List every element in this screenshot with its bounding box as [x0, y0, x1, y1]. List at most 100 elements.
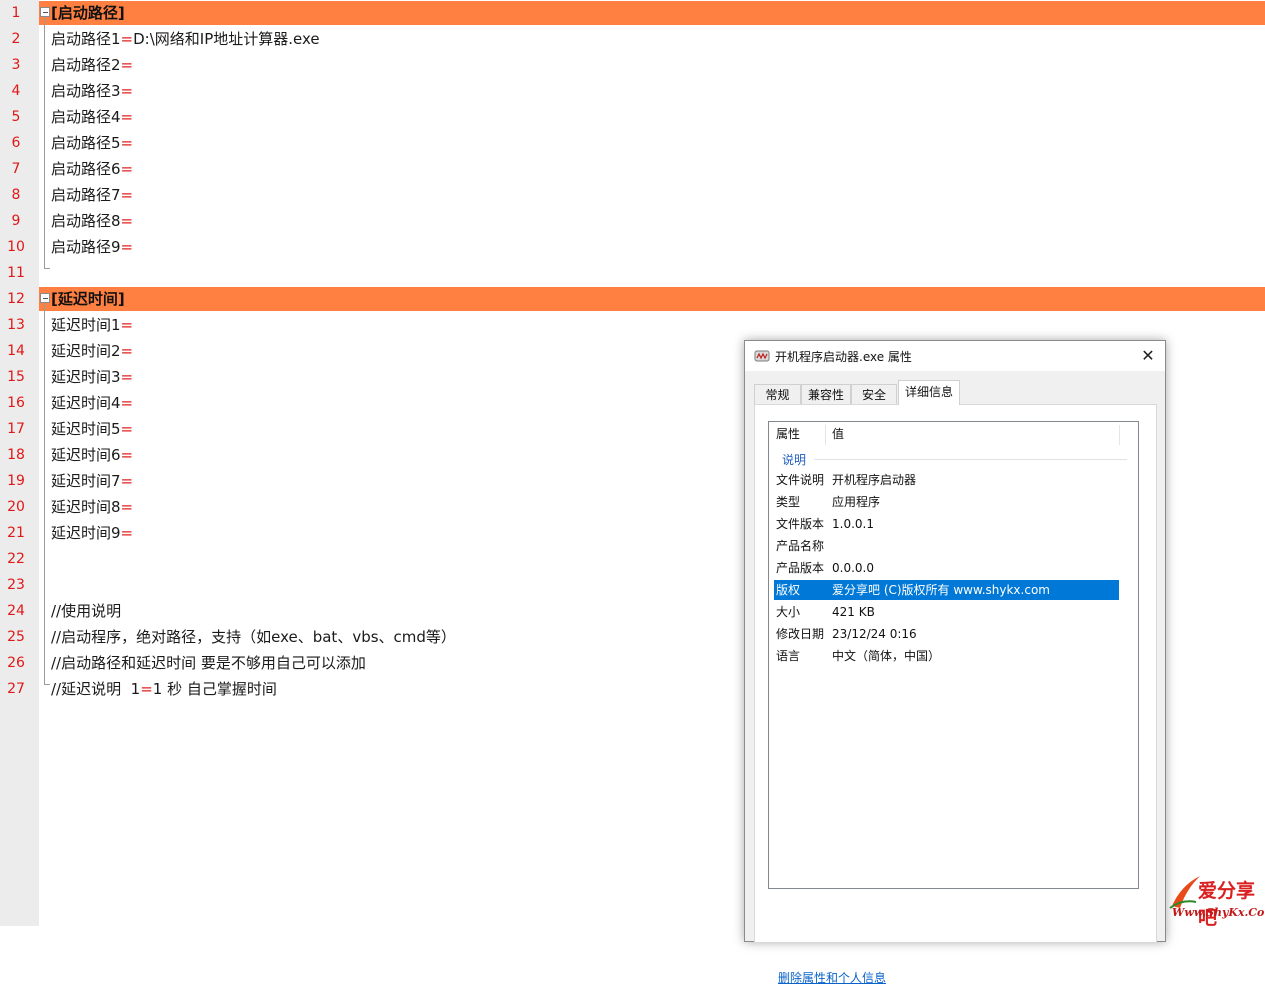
equals-sign: = — [120, 316, 134, 334]
column-divider[interactable] — [1119, 425, 1120, 445]
line-number: 27 — [7, 681, 25, 697]
editor-line[interactable]: 10 启动路径9= — [0, 234, 1265, 260]
property-name: 文件说明 — [776, 473, 825, 487]
tab-details[interactable]: 详细信息 — [898, 380, 960, 405]
line-number: 26 — [7, 655, 25, 671]
section-highlight — [39, 287, 1265, 311]
line-text: 启动路径8= — [51, 208, 133, 234]
property-name: 语言 — [776, 649, 801, 663]
editor-line[interactable]: 2 启动路径1=D:\网络和IP地址计算器.exe — [0, 26, 1265, 52]
fold-end-2 — [44, 684, 50, 685]
line-number: 13 — [7, 317, 25, 333]
fold-end-1 — [44, 268, 50, 269]
equals-sign: = — [120, 108, 134, 126]
watermark-url: Www.ShyKx.Com — [1172, 906, 1265, 919]
line-key: 延迟时间6 — [51, 446, 121, 464]
tab-compatibility[interactable]: 兼容性 — [801, 384, 851, 404]
property-row[interactable]: 产品版本 0.0.0.0 — [774, 558, 1119, 578]
equals-sign: = — [120, 420, 134, 438]
equals-sign: = — [120, 160, 134, 178]
dialog-title: 开机程序启动器.exe 属性 — [775, 350, 912, 364]
line-number: 1 — [11, 5, 21, 21]
fold-guide-1 — [44, 17, 45, 269]
property-row[interactable]: 大小 421 KB — [774, 602, 1119, 622]
property-row[interactable]: 版权 爱分享吧 (C)版权所有 www.shykx.com — [774, 580, 1119, 600]
line-key: 延迟时间1 — [51, 316, 121, 334]
property-row[interactable]: 修改日期 23/12/24 0:16 — [774, 624, 1119, 644]
line-key: 延迟时间7 — [51, 472, 121, 490]
property-row[interactable]: 文件版本 1.0.0.1 — [774, 514, 1119, 534]
property-name: 类型 — [776, 495, 801, 509]
line-number: 16 — [7, 395, 25, 411]
editor-line[interactable]: 8 启动路径7= — [0, 182, 1265, 208]
editor-line[interactable]: 4 启动路径3= — [0, 78, 1265, 104]
editor-line[interactable]: 7 启动路径6= — [0, 156, 1265, 182]
tab-security[interactable]: 安全 — [851, 384, 897, 404]
property-name: 产品名称 — [776, 539, 825, 553]
line-text: //启动路径和延迟时间 要是不够用自己可以添加 — [51, 650, 366, 676]
close-button[interactable]: ✕ — [1131, 341, 1165, 371]
equals-sign: = — [120, 524, 134, 542]
section-header-line[interactable]: 1 [启动路径] — [0, 0, 1265, 26]
line-number: 18 — [7, 447, 25, 463]
line-number: 23 — [7, 577, 25, 593]
section-header-line[interactable]: 12 [延迟时间] — [0, 286, 1265, 312]
line-text: 延迟时间7= — [51, 468, 133, 494]
line-text: 延迟时间9= — [51, 520, 133, 546]
line-text: 启动路径7= — [51, 182, 133, 208]
line-number: 11 — [7, 265, 25, 281]
equals-sign: = — [120, 212, 134, 230]
line-number: 10 — [7, 239, 25, 255]
column-header-property[interactable]: 属性 — [776, 422, 824, 447]
line-number: 2 — [11, 31, 21, 47]
property-row[interactable]: 文件说明 开机程序启动器 — [774, 470, 1119, 490]
line-text: 延迟时间3= — [51, 364, 133, 390]
editor-line[interactable]: 6 启动路径5= — [0, 130, 1265, 156]
line-number: 15 — [7, 369, 25, 385]
editor-line[interactable]: 3 启动路径2= — [0, 52, 1265, 78]
line-key: //启动程序，绝对路径，支持（如exe、bat、vbs、cmd等） — [51, 628, 456, 646]
tab-general[interactable]: 常规 — [754, 384, 801, 404]
column-divider[interactable] — [825, 425, 826, 445]
editor-line[interactable]: 9 启动路径8= — [0, 208, 1265, 234]
dialog-titlebar[interactable]: 开机程序启动器.exe 属性 ✕ — [745, 341, 1165, 371]
property-row[interactable]: 产品名称 — [774, 536, 1119, 556]
line-number: 25 — [7, 629, 25, 645]
line-key: 启动路径6 — [51, 160, 121, 178]
equals-sign: = — [120, 472, 134, 490]
equals-sign: = — [120, 238, 134, 256]
equals-sign: = — [120, 446, 134, 464]
line-text: //启动程序，绝对路径，支持（如exe、bat、vbs、cmd等） — [51, 624, 456, 650]
line-key: 延迟时间9 — [51, 524, 121, 542]
property-row[interactable]: 类型 应用程序 — [774, 492, 1119, 512]
group-divider — [814, 459, 1127, 460]
equals-sign: = — [120, 56, 134, 74]
line-value: D:\网络和IP地址计算器.exe — [133, 30, 320, 48]
editor-line[interactable]: 5 启动路径4= — [0, 104, 1265, 130]
property-list[interactable]: 属性 值 说明 文件说明 开机程序启动器 类型 应用程序 文件版本 1.0.0.1 产品名称… — [768, 421, 1139, 889]
line-text: //使用说明 — [51, 598, 121, 624]
property-value: 开机程序启动器 — [832, 473, 917, 487]
line-key: 启动路径8 — [51, 212, 121, 230]
line-key: 启动路径3 — [51, 82, 121, 100]
column-header-value[interactable]: 值 — [832, 422, 1112, 447]
line-key: [延迟时间] — [51, 290, 125, 308]
line-number: 4 — [11, 83, 21, 99]
property-row[interactable]: 语言 中文（简体，中国） — [774, 646, 1119, 666]
editor-line[interactable]: 13 延迟时间1= — [0, 312, 1265, 338]
fold-toggle-icon[interactable] — [40, 7, 50, 17]
line-text: 延迟时间8= — [51, 494, 133, 520]
line-number: 8 — [11, 187, 21, 203]
line-key: 延迟时间4 — [51, 394, 121, 412]
remove-properties-link[interactable]: 删除属性和个人信息 — [778, 969, 886, 986]
equals-sign: = — [120, 342, 134, 360]
line-key: 延迟时间3 — [51, 368, 121, 386]
line-number: 5 — [11, 109, 21, 125]
line-key: 启动路径2 — [51, 56, 121, 74]
line-text: [启动路径] — [51, 0, 125, 26]
editor-line[interactable]: 11 — [0, 260, 1265, 286]
line-number: 12 — [7, 291, 25, 307]
line-number: 7 — [11, 161, 21, 177]
equals-sign: = — [140, 680, 153, 698]
fold-toggle-icon[interactable] — [40, 293, 50, 303]
